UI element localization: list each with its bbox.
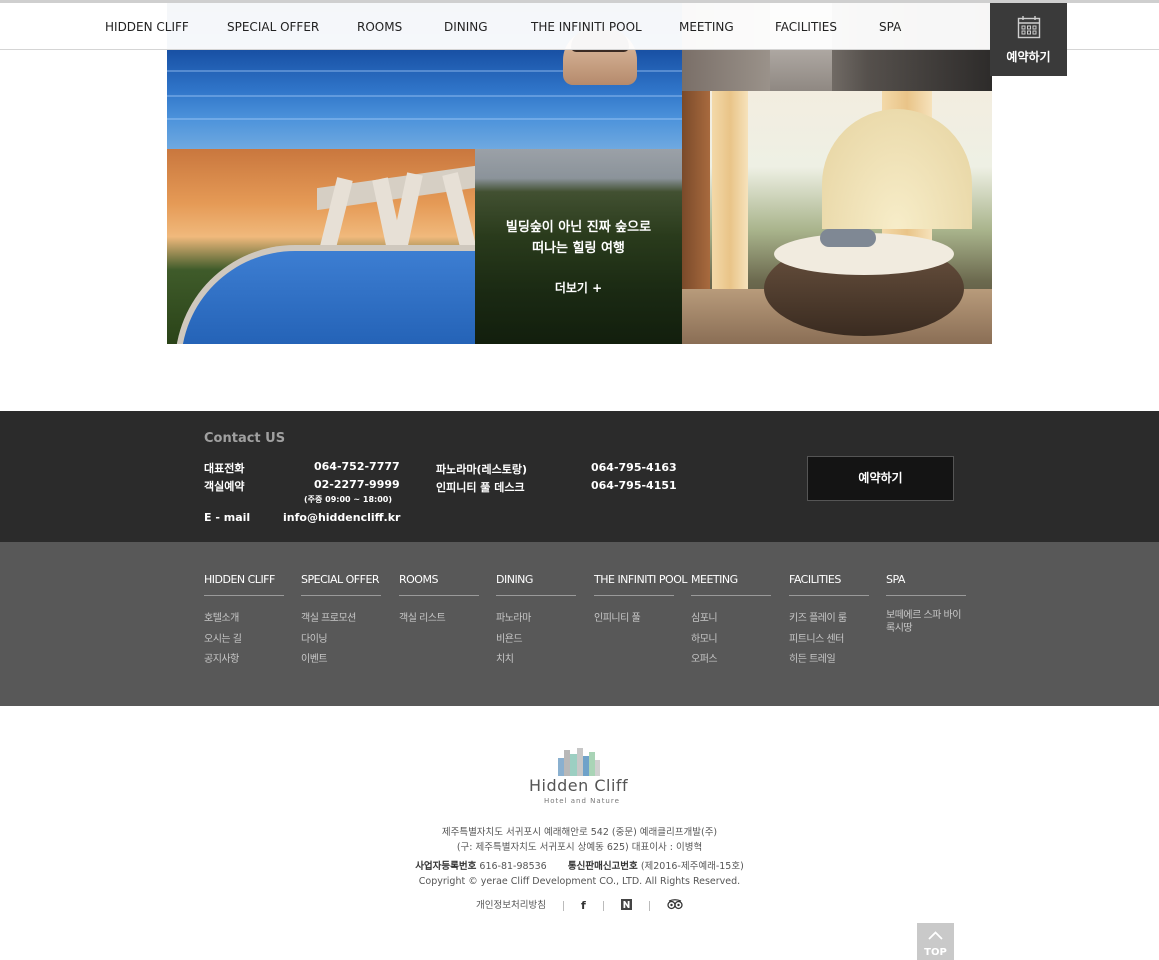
sitemap-link[interactable]: 객실 리스트: [399, 609, 479, 630]
naver-blog-icon[interactable]: [620, 898, 632, 913]
reserve-button[interactable]: 예약하기: [807, 456, 954, 501]
sitemap-link[interactable]: 호텔소개: [204, 609, 284, 630]
sitemap-link[interactable]: 오퍼스: [691, 650, 771, 671]
sitemap-column-dining: DINING 파노라마 비욘드 치치: [496, 573, 576, 671]
forest-promo-tile[interactable]: 빌딩숲이 아닌 진짜 숲으로 떠나는 힐링 여행 더보기 +: [475, 149, 682, 344]
sitemap-column-special-offer: SPECIAL OFFER 객실 프로모션 다이닝 이벤트: [301, 573, 381, 671]
privacy-policy-link[interactable]: 개인정보처리방침: [476, 900, 546, 911]
forest-caption: 빌딩숲이 아닌 진짜 숲으로 떠나는 힐링 여행: [475, 217, 682, 259]
divider: [648, 900, 650, 911]
room-res-hours: (주중 09:00 ~ 18:00): [304, 495, 393, 504]
sitemap-link[interactable]: 인피니티 풀: [594, 609, 674, 630]
sitemap-link[interactable]: 피트니스 센터: [789, 630, 869, 651]
ecommerce-label: 통신판매신고번호: [567, 861, 638, 872]
infinity-pool-image: [167, 149, 475, 344]
room-res-phone: 02-2277-9999: [314, 478, 400, 491]
curved-pool: [175, 245, 475, 344]
main-phone: 064-752-7777: [314, 460, 400, 473]
sitemap-column-meeting: MEETING 심포니 하모니 오퍼스: [691, 573, 771, 671]
email-label: E - mail: [204, 511, 251, 524]
scroll-top-label: TOP: [924, 947, 947, 958]
pool-desk-label: 인피니티 풀 데스크: [436, 481, 525, 494]
sitemap-column-spa: SPA 보떼에르 스파 바이 록시땅: [886, 573, 966, 635]
sitemap-link[interactable]: 하모니: [691, 630, 771, 651]
curtain: [712, 91, 748, 301]
address-line: 제주특별자치도 서귀포시 예래해안로 542 (중문) 예래클리프개발(주): [441, 827, 718, 838]
sitemap-column-facilities: FACILITIES 키즈 플레이 룸 피트니스 센터 히든 트레일: [789, 573, 869, 671]
nav-dining[interactable]: DINING: [444, 20, 488, 34]
nav-special-offer[interactable]: SPECIAL OFFER: [227, 20, 319, 34]
forest-caption-line1: 빌딩숲이 아닌 진짜 숲으로: [505, 220, 652, 235]
logo-wordmark: Hidden Cliff: [529, 776, 629, 795]
nav-spa[interactable]: SPA: [879, 20, 901, 34]
old-address-line: (구: 제주특별자치도 서귀포시 상예동 625) 대표이사 : 이병혁: [456, 842, 703, 853]
daybed-canopy: [822, 109, 972, 229]
chevron-up-icon: [928, 931, 943, 940]
biz-reg-number: 616-81-98536: [479, 861, 547, 872]
contact-title: Contact US: [204, 431, 286, 446]
sitemap-link[interactable]: 객실 프로모션: [301, 609, 381, 630]
nav-rooms[interactable]: ROOMS: [357, 20, 402, 34]
nav-infiniti-pool[interactable]: THE INFINITI POOL: [531, 20, 642, 34]
daybed-terrace-image: [682, 91, 992, 344]
sitemap-column-hidden-cliff: HIDDEN CLIFF 호텔소개 오시는 길 공지사항: [204, 573, 284, 671]
scroll-top-button[interactable]: TOP: [917, 923, 954, 960]
main-phone-label: 대표전화: [204, 462, 245, 475]
top-navigation: HIDDEN CLIFF SPECIAL OFFER ROOMS DINING …: [0, 0, 1159, 50]
contact-section: Contact US 대표전화 064-752-7777 객실예약 02-227…: [0, 411, 1159, 542]
sitemap-link[interactable]: 이벤트: [301, 650, 381, 671]
sitemap-link[interactable]: 파노라마: [496, 609, 576, 630]
forest-caption-line2: 떠나는 힐링 여행: [532, 241, 625, 256]
sitemap-head[interactable]: FACILITIES: [789, 573, 869, 596]
sitemap-column-rooms: ROOMS 객실 리스트: [399, 573, 479, 630]
panorama-label: 파노라마(레스토랑): [436, 463, 528, 476]
sitemap-link[interactable]: 키즈 플레이 룸: [789, 609, 869, 630]
ecommerce-number: (제2016-제주예래-15호): [640, 861, 744, 872]
panorama-phone: 064-795-4163: [591, 461, 677, 474]
sitemap-link[interactable]: 공지사항: [204, 650, 284, 671]
sitemap-head[interactable]: MEETING: [691, 573, 771, 596]
email-link[interactable]: info@hiddencliff.kr: [283, 511, 400, 524]
sitemap-link[interactable]: 심포니: [691, 609, 771, 630]
biz-reg-label: 사업자등록번호: [415, 861, 477, 872]
business-info-line: 사업자등록번호 616-81-98536 통신판매신고번호 (제2016-제주예…: [0, 858, 1159, 872]
logo-mark-icon: [558, 748, 600, 776]
pool-desk-phone: 064-795-4151: [591, 479, 677, 492]
reserve-button-top-label: 예약하기: [1006, 50, 1051, 64]
sitemap-head[interactable]: SPECIAL OFFER: [301, 573, 381, 596]
sitemap-link[interactable]: 치치: [496, 650, 576, 671]
hidden-cliff-logo[interactable]: Hidden Cliff Hotel and Nature: [524, 746, 634, 806]
nav-hidden-cliff[interactable]: HIDDEN CLIFF: [105, 20, 189, 34]
sitemap-head[interactable]: THE INFINITI POOL: [594, 573, 688, 596]
divider: [563, 900, 564, 911]
sitemap-link[interactable]: 보떼에르 스파 바이 록시땅: [886, 609, 966, 635]
tripadvisor-icon[interactable]: [667, 898, 683, 913]
sitemap-head[interactable]: SPA: [886, 573, 966, 596]
calendar-icon: [1017, 16, 1041, 39]
footer: Hidden Cliff Hotel and Nature 제주특별자치도 서귀…: [0, 706, 1159, 960]
facebook-icon[interactable]: f: [581, 899, 586, 912]
sitemap-head[interactable]: DINING: [496, 573, 576, 596]
copyright: Copyright © yerae Cliff Development CO.,…: [418, 876, 741, 887]
divider: [602, 900, 604, 911]
footer-links: 개인정보처리방침 f: [0, 897, 1159, 913]
pool-ripple: [167, 118, 682, 120]
room-res-label: 객실예약: [204, 480, 245, 493]
sitemap-link[interactable]: 다이닝: [301, 630, 381, 651]
rolled-towels: [820, 229, 876, 247]
reserve-button-top[interactable]: 예약하기: [990, 3, 1067, 76]
sitemap-head[interactable]: HIDDEN CLIFF: [204, 573, 284, 596]
nav-meeting[interactable]: MEETING: [679, 20, 734, 34]
sitemap-link[interactable]: 비욘드: [496, 630, 576, 651]
sitemap: HIDDEN CLIFF 호텔소개 오시는 길 공지사항 SPECIAL OFF…: [0, 542, 1159, 706]
sitemap-link[interactable]: 히든 트레일: [789, 650, 869, 671]
nav-facilities[interactable]: FACILITIES: [775, 20, 837, 34]
sitemap-column-infiniti-pool: THE INFINITI POOL 인피니티 풀: [594, 573, 688, 630]
sitemap-head[interactable]: ROOMS: [399, 573, 479, 596]
more-link[interactable]: 더보기 +: [475, 279, 682, 296]
pool-ripple: [167, 95, 682, 97]
logo-tagline: Hotel and Nature: [544, 797, 620, 805]
sitemap-link[interactable]: 오시는 길: [204, 630, 284, 651]
